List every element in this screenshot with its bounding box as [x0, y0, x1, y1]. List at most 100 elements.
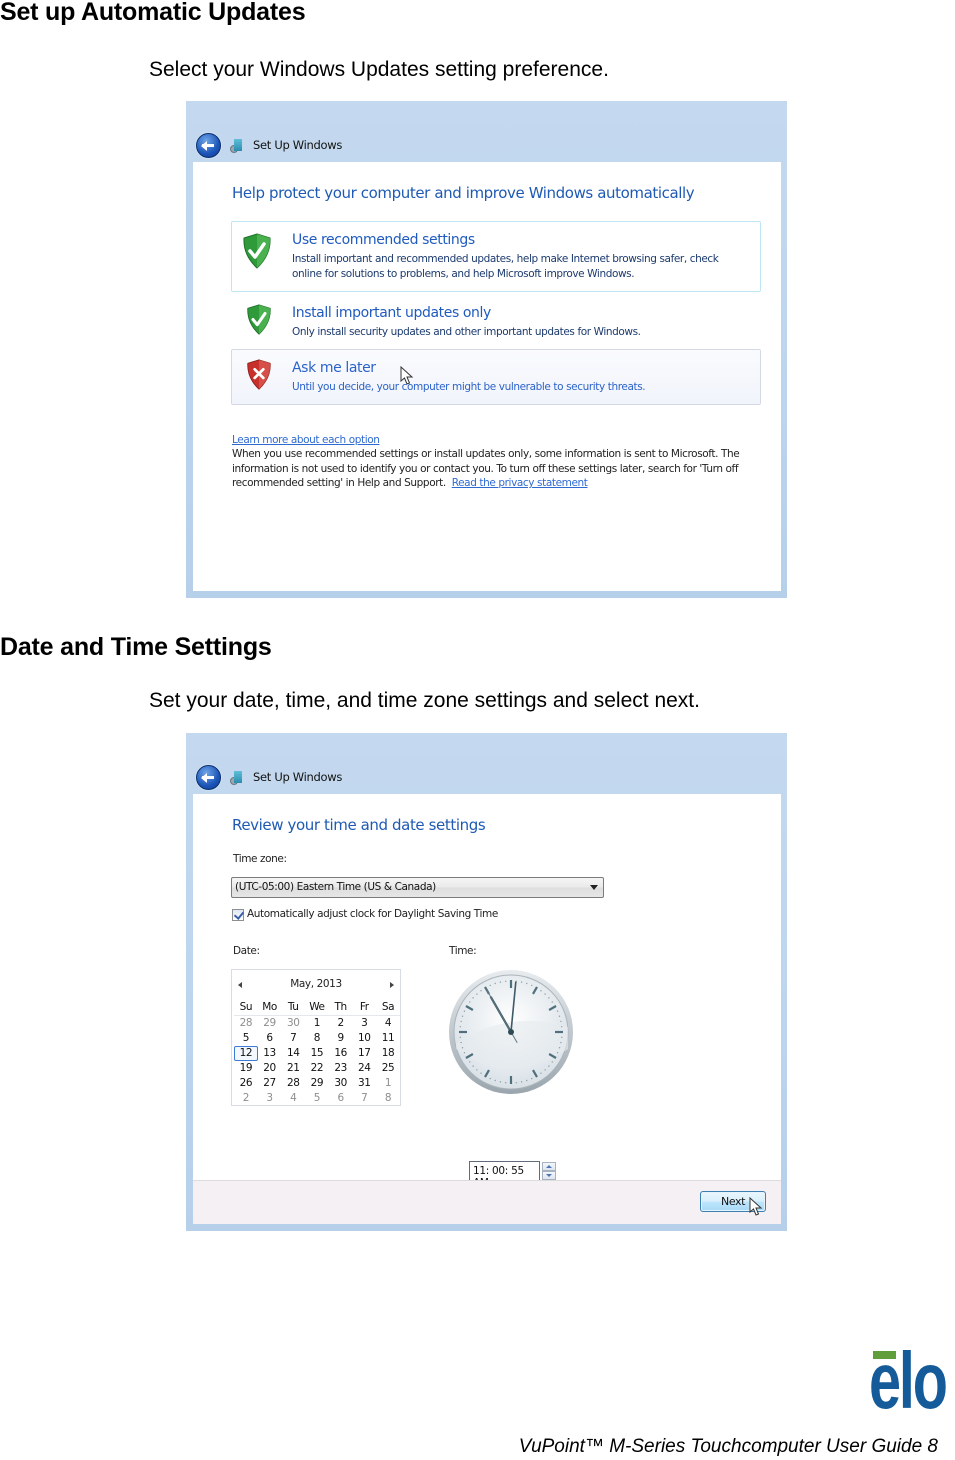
- calendar-month-year[interactable]: May, 2013: [232, 978, 400, 992]
- calendar-day[interactable]: 8: [305, 1031, 329, 1046]
- calendar-day[interactable]: 1: [376, 1076, 400, 1091]
- calendar-day[interactable]: 6: [329, 1091, 353, 1106]
- clock-minute-dot: [461, 1047, 464, 1049]
- calendar-day[interactable]: 2: [234, 1091, 258, 1106]
- updates-window-body: Help protect your computer and improve W…: [193, 162, 781, 591]
- calendar-day[interactable]: 28: [234, 1016, 258, 1031]
- back-arrow-icon[interactable]: [196, 133, 221, 158]
- clock-minute-dot: [515, 1082, 518, 1084]
- setup-windows-icon: [230, 139, 242, 153]
- calendar-day[interactable]: 13: [258, 1046, 282, 1061]
- calendar-day[interactable]: 1: [305, 1016, 329, 1031]
- time-down-arrow-icon[interactable]: [542, 1171, 556, 1180]
- calendar-next-arrow-icon[interactable]: [390, 982, 394, 988]
- calendar-day[interactable]: 28: [281, 1076, 305, 1091]
- calendar-week-row: 12 13 14 15 16 17 18: [234, 1046, 400, 1061]
- calendar-day[interactable]: 30: [329, 1076, 353, 1091]
- calendar-day[interactable]: 24: [352, 1061, 376, 1076]
- calendar-day[interactable]: 15: [305, 1046, 329, 1061]
- clock-minute-dot: [499, 981, 502, 983]
- clock-minute-dot: [460, 1041, 462, 1044]
- clock-minute-dot: [551, 1001, 553, 1003]
- privacy-statement-link[interactable]: Read the privacy statement: [452, 477, 588, 489]
- calendar-day[interactable]: 8: [376, 1091, 400, 1106]
- calendar-day[interactable]: 25: [376, 1061, 400, 1076]
- calendar-day[interactable]: 5: [234, 1031, 258, 1046]
- clock-minute-dot: [469, 1001, 471, 1003]
- time-label: Time:: [449, 945, 477, 957]
- clock-minute-dot: [504, 980, 507, 982]
- calendar-day[interactable]: 10: [352, 1031, 376, 1046]
- calendar-day[interactable]: 19: [234, 1061, 258, 1076]
- option-ask-me-later[interactable]: Ask me later Until you decide, your comp…: [231, 349, 761, 405]
- calendar-weekday: Tu: [287, 1001, 299, 1013]
- calendar-day-selected[interactable]: 12: [234, 1046, 258, 1061]
- learn-more-link[interactable]: Learn more about each option: [232, 428, 380, 447]
- calendar-day[interactable]: 31: [352, 1076, 376, 1091]
- clock-minute-dot: [460, 1020, 462, 1023]
- calendar-day[interactable]: 4: [281, 1091, 305, 1106]
- calendar-grid: Su Mo Tu We Th Fr Sa 28 29 30 1 2 3 4 5 6 7 8 9 10 11 12 13 14 1…: [234, 1000, 400, 1106]
- dst-checkbox[interactable]: [232, 909, 244, 921]
- calendar-day[interactable]: 29: [305, 1076, 329, 1091]
- calendar-weekday: Su: [239, 1001, 253, 1013]
- elo-logo-bar: [873, 1351, 896, 1359]
- calendar-weekday: Sa: [381, 1001, 395, 1013]
- page-footer-text: VuPoint™ M-Series Touchcomputer User Gui…: [518, 1436, 938, 1457]
- section-instruction-date-time: Set your date, time, and time zone setti…: [149, 689, 700, 712]
- calendar-day[interactable]: 14: [281, 1046, 305, 1061]
- clock-minute-dot: [561, 1025, 563, 1028]
- clock-minute-dot: [499, 1081, 502, 1083]
- calendar-weekday: Fr: [359, 1001, 369, 1013]
- clock-minute-dot: [561, 1036, 563, 1039]
- calendar-day[interactable]: 30: [281, 1016, 305, 1031]
- timezone-select[interactable]: (UTC-05:00) Eastern Time (US & Canada): [231, 877, 604, 898]
- clock-minute-dot: [544, 1069, 546, 1071]
- clock-minute-dot: [531, 1077, 533, 1080]
- back-arrow-icon[interactable]: [196, 765, 221, 790]
- time-input[interactable]: 11: 00: 55 AM: [469, 1161, 540, 1189]
- calendar-day[interactable]: 7: [281, 1031, 305, 1046]
- chevron-down-icon: [590, 885, 598, 890]
- calendar-day[interactable]: 3: [258, 1091, 282, 1106]
- window-title-bar: Set Up Windows: [186, 101, 787, 161]
- calendar-day[interactable]: 26: [234, 1076, 258, 1091]
- calendar-day[interactable]: 27: [258, 1076, 282, 1091]
- calendar-day[interactable]: 6: [258, 1031, 282, 1046]
- timezone-value: (UTC-05:00) Eastern Time (US & Canada): [235, 881, 436, 893]
- calendar-day[interactable]: 20: [258, 1061, 282, 1076]
- clock-minute-dot: [556, 1052, 559, 1054]
- calendar-weekday: Th: [334, 1001, 347, 1013]
- calendar-day[interactable]: 18: [376, 1046, 400, 1061]
- calendar-weekday: We: [309, 1001, 325, 1013]
- calendar-day[interactable]: 7: [352, 1091, 376, 1106]
- updates-window: Set Up Windows Help protect your compute…: [186, 101, 787, 598]
- time-up-arrow-icon[interactable]: [542, 1162, 556, 1171]
- calendar-day[interactable]: 22: [305, 1061, 329, 1076]
- calendar-day[interactable]: 5: [305, 1091, 329, 1106]
- calendar-day[interactable]: 17: [352, 1046, 376, 1061]
- calendar-day[interactable]: 29: [258, 1016, 282, 1031]
- dst-label: Automatically adjust clock for Daylight …: [247, 908, 498, 920]
- clock-minute-dot: [560, 1020, 562, 1023]
- calendar-day[interactable]: 21: [281, 1061, 305, 1076]
- calendar-day[interactable]: 16: [329, 1046, 353, 1061]
- calendar-day[interactable]: 9: [329, 1031, 353, 1046]
- option-use-recommended[interactable]: Use recommended settings Install importa…: [231, 221, 761, 292]
- clock-minute-dot: [494, 1079, 496, 1082]
- option-important-only[interactable]: Install important updates only Only inst…: [231, 297, 761, 344]
- mouse-cursor-icon: [749, 1196, 763, 1217]
- calendar-day[interactable]: 3: [352, 1016, 376, 1031]
- calendar-day[interactable]: 23: [329, 1061, 353, 1076]
- calendar-week-row: 26 27 28 29 30 31 1: [234, 1076, 400, 1091]
- calendar-day[interactable]: 4: [376, 1016, 400, 1031]
- datetime-window: Set Up Windows Review your time and date…: [186, 733, 787, 1231]
- calendar-day[interactable]: 2: [329, 1016, 353, 1031]
- clock-minute-dot: [476, 1069, 478, 1071]
- red-shield-x-icon: [246, 359, 272, 390]
- clock-minute-dot: [526, 1079, 528, 1082]
- green-shield-check-icon: [246, 304, 272, 335]
- clock-minute-dot: [551, 1061, 553, 1063]
- calendar-day[interactable]: 11: [376, 1031, 400, 1046]
- clock-minute-dot: [489, 984, 491, 987]
